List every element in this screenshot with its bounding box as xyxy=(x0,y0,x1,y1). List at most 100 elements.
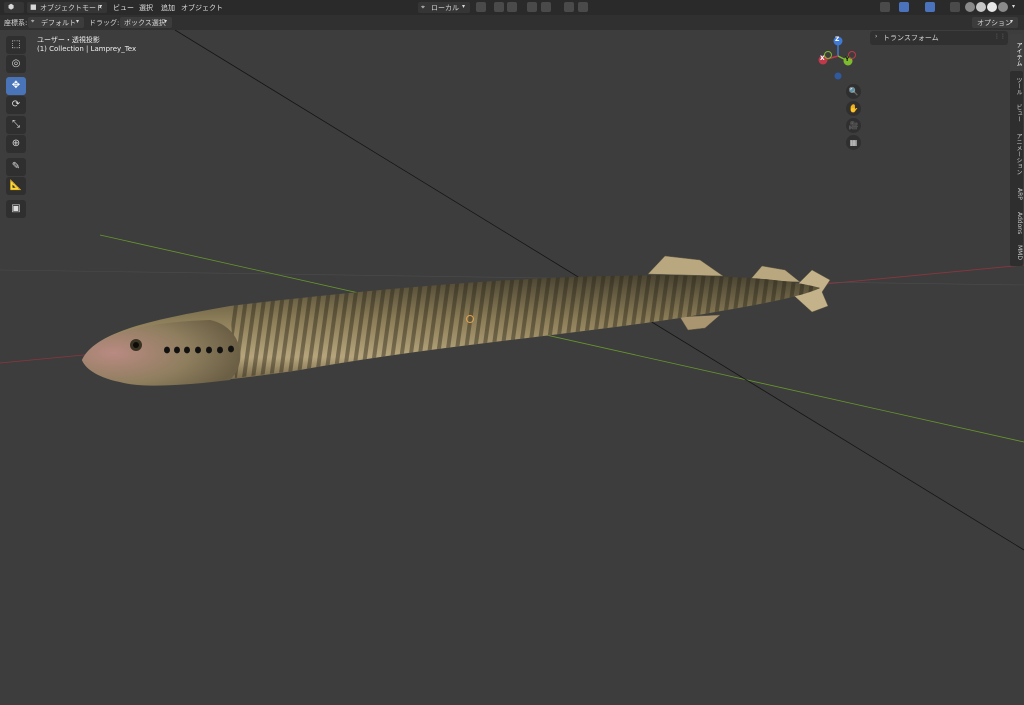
chevron-right-icon: › xyxy=(875,33,878,40)
transform-tool[interactable]: ⊕ xyxy=(6,135,26,153)
pan-hand-icon: ✋ xyxy=(848,104,859,113)
pivot-point-icon[interactable] xyxy=(476,2,486,12)
measure-icon: 📐 xyxy=(9,180,23,191)
drag-handle-icon[interactable]: ⋮⋮ xyxy=(994,33,1006,40)
orientation-icon: ⌖ xyxy=(31,18,35,25)
tab-view[interactable]: ビュー xyxy=(1010,98,1023,128)
annotate-tool[interactable]: ✎ xyxy=(6,158,26,176)
gizmo-x-label: X xyxy=(820,55,825,62)
menu-select[interactable]: 選択 xyxy=(139,3,153,13)
snap-target-icon[interactable] xyxy=(507,2,517,12)
chevron-down-icon: ▾ xyxy=(1010,18,1014,25)
tab-item-label: アイテム xyxy=(1015,42,1022,66)
snap-icon[interactable] xyxy=(494,2,504,12)
tab-tool-label: ツール xyxy=(1015,77,1022,95)
tab-arp-label: ARP xyxy=(1016,188,1023,200)
add-cube-icon: ▣ xyxy=(11,203,21,214)
cursor-icon: ◎ xyxy=(11,58,21,69)
transform-panel-header[interactable]: › トランスフォーム ⋮⋮ xyxy=(870,31,1008,45)
coord-label: 座標系: xyxy=(4,19,28,27)
dorsal-fin-front xyxy=(647,255,724,277)
tab-addons-label: Addons xyxy=(1016,211,1023,235)
tab-addons[interactable]: Addons xyxy=(1010,205,1023,241)
transform-panel-title: トランスフォーム xyxy=(883,34,939,42)
zoom-icon: 🔍 xyxy=(848,87,859,96)
gizmo-z-label: Z xyxy=(835,36,840,43)
playback-icon[interactable] xyxy=(564,2,574,12)
orientation-icon: ⌖ xyxy=(421,3,425,11)
ventral-fin xyxy=(679,314,721,331)
camera-icon: 🎥 xyxy=(848,121,859,130)
scale-tool[interactable]: ⤡ xyxy=(6,116,26,134)
zoom-button[interactable]: 🔍 xyxy=(846,84,861,99)
move-tool[interactable]: ✥ xyxy=(6,77,26,95)
measure-tool[interactable]: 📐 xyxy=(6,177,26,195)
select-box-icon: ⬚ xyxy=(11,39,21,50)
tool-settings-bar: 座標系: ⌖ デフォルト ▾ ドラッグ: ボックス選択 ▾ オプション ▾ xyxy=(0,15,1024,30)
rotate-icon: ⟳ xyxy=(11,99,21,110)
3d-viewport[interactable]: Z Y X ユーザー・透視投影 (1) Collection | Lamprey… xyxy=(0,30,1024,705)
editor-type-selector[interactable]: ⬢ xyxy=(4,2,24,13)
chevron-down-icon: ▾ xyxy=(99,3,103,10)
drag-value: ボックス選択 xyxy=(124,19,166,27)
chevron-down-icon: ▾ xyxy=(462,3,466,10)
solid-shading-icon[interactable] xyxy=(976,2,986,12)
keying-icon[interactable] xyxy=(578,2,588,12)
menu-view[interactable]: ビュー xyxy=(113,3,134,13)
grid-icon: ▦ xyxy=(849,138,858,147)
visibility-icon[interactable] xyxy=(880,2,890,12)
ortho-toggle-button[interactable]: ▦ xyxy=(846,135,861,150)
mode-selector[interactable]: ■ オブジェクトモード ▾ xyxy=(27,2,107,13)
transform-orientation-label: ローカル xyxy=(431,4,459,12)
menu-add[interactable]: 追加 xyxy=(161,3,175,13)
tab-animation-label: アニメーション xyxy=(1015,133,1022,175)
transform-orientation-selector[interactable]: ⌖ ローカル ▾ xyxy=(418,2,470,13)
wireframe-shading-icon[interactable] xyxy=(965,2,975,12)
add-cube-tool[interactable]: ▣ xyxy=(6,200,26,218)
falloff-icon[interactable] xyxy=(541,2,551,12)
options-dropdown[interactable]: オプション ▾ xyxy=(972,17,1018,28)
chevron-down-icon: ▾ xyxy=(76,18,80,25)
viewport-scene xyxy=(0,30,1024,551)
tab-mmd-label: MMD xyxy=(1016,244,1023,260)
annotate-icon: ✎ xyxy=(11,161,21,172)
gizmo-toggle-icon[interactable] xyxy=(899,2,909,12)
xray-icon[interactable] xyxy=(950,2,960,12)
gizmo-y-label: Y xyxy=(845,56,850,63)
rendered-shading-icon[interactable] xyxy=(998,2,1008,12)
tab-mmd[interactable]: MMD xyxy=(1010,238,1023,266)
scale-icon: ⤡ xyxy=(12,119,20,130)
coord-selector[interactable]: ⌖ デフォルト ▾ xyxy=(28,17,84,28)
proportional-edit-icon[interactable] xyxy=(527,2,537,12)
tab-animation[interactable]: アニメーション xyxy=(1010,125,1023,183)
lamprey-head xyxy=(82,320,241,386)
collection-info: (1) Collection | Lamprey_Tex xyxy=(37,45,137,53)
drag-selector[interactable]: ボックス選択 ▾ xyxy=(120,17,172,28)
move-icon: ✥ xyxy=(11,80,21,91)
chevron-down-icon: ▾ xyxy=(164,18,168,25)
lamprey-stripes xyxy=(230,275,820,378)
tab-tool[interactable]: ツール xyxy=(1010,71,1023,101)
tab-view-label: ビュー xyxy=(1015,104,1022,122)
select-box-tool[interactable]: ⬚ xyxy=(6,36,26,54)
viewport-header: ⬢ ■ オブジェクトモード ▾ ビュー 選択 追加 オブジェクト ⌖ ローカル … xyxy=(0,0,1024,15)
menu-object[interactable]: オブジェクト xyxy=(181,3,223,13)
coord-value: デフォルト xyxy=(41,19,76,27)
view-name: ユーザー・透視投影 xyxy=(37,36,100,44)
tab-arp[interactable]: ARP xyxy=(1010,180,1023,208)
drag-label: ドラッグ: xyxy=(89,19,120,27)
material-shading-icon[interactable] xyxy=(987,2,997,12)
overlay-toggle-icon[interactable] xyxy=(925,2,935,12)
tab-item[interactable]: アイテム xyxy=(1010,34,1023,74)
3d-viewport-icon: ⬢ xyxy=(8,3,15,11)
transform-icon: ⊕ xyxy=(11,138,21,149)
cursor-tool[interactable]: ◎ xyxy=(6,55,26,73)
chevron-down-icon[interactable]: ▾ xyxy=(1012,3,1015,10)
options-label: オプション xyxy=(977,19,1012,27)
camera-view-button[interactable]: 🎥 xyxy=(846,118,861,133)
object-mode-icon: ■ xyxy=(30,3,37,11)
rotate-tool[interactable]: ⟳ xyxy=(6,96,26,114)
lamprey-pupil xyxy=(133,342,139,348)
pan-button[interactable]: ✋ xyxy=(846,101,861,116)
mode-label: オブジェクトモード xyxy=(40,4,103,12)
